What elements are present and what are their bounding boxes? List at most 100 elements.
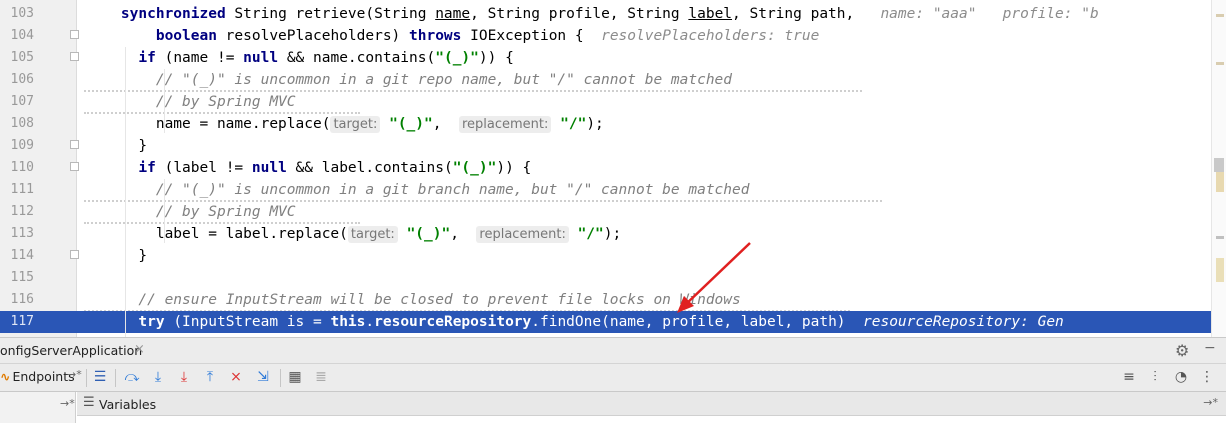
line-number[interactable]: 114 <box>0 248 34 264</box>
run-to-cursor-icon[interactable]: ⇲ <box>253 367 273 387</box>
code-line[interactable]: 104 boolean resolvePlaceholders) throws … <box>0 25 1226 47</box>
indent-guide <box>125 47 126 337</box>
line-number[interactable]: 104 <box>0 28 34 44</box>
line-number[interactable]: 113 <box>0 226 34 242</box>
variables-icon: ☰ <box>83 395 95 410</box>
force-step-into-icon[interactable]: ⤓ <box>174 367 194 387</box>
frames-menu-icon[interactable]: ☰ <box>90 367 110 387</box>
line-number[interactable]: 105 <box>0 50 34 66</box>
frames-pane[interactable]: →* <box>0 392 76 423</box>
minimize-icon[interactable]: − <box>1204 340 1216 356</box>
scroll-thumb[interactable] <box>1214 158 1224 172</box>
fold-marker-icon[interactable] <box>70 162 79 171</box>
code-text: // ensure InputStream will be closed to … <box>86 291 740 309</box>
code-comment: // by Spring MVC <box>155 204 296 220</box>
code-token: , String path, <box>732 6 881 22</box>
code-line[interactable]: 109 } <box>0 135 1226 157</box>
code-token: .findOne(name, profile, label, path) <box>531 314 863 330</box>
keyword: throws <box>409 28 462 44</box>
layout-settings-icon[interactable]: ⫶ <box>1145 367 1165 387</box>
editor-scrollbar[interactable] <box>1211 0 1226 337</box>
evaluate-expression-icon[interactable]: ▦ <box>285 367 305 387</box>
code-line[interactable]: 117 try (InputStream is = this.resourceR… <box>0 311 1226 333</box>
debug-tab-bar: onfigServerApplication × ⚙ − <box>0 337 1226 364</box>
line-number[interactable]: 115 <box>0 270 34 286</box>
scroll-marker <box>1216 258 1224 282</box>
line-number[interactable]: 107 <box>0 94 34 110</box>
code-text: // by Spring MVC <box>86 93 296 111</box>
code-token: . <box>365 314 375 330</box>
code-editor[interactable]: 103 synchronized String retrieve(String … <box>0 0 1226 337</box>
drop-frame-icon[interactable]: ⨯ <box>226 367 246 387</box>
step-out-icon[interactable]: ⤒ <box>200 367 220 387</box>
fold-marker-icon[interactable] <box>70 250 79 259</box>
string-literal: "(_)" <box>435 50 479 66</box>
line-number[interactable]: 111 <box>0 182 34 198</box>
code-line[interactable]: 103 synchronized String retrieve(String … <box>0 3 1226 25</box>
string-literal: "(_)" <box>452 160 497 176</box>
fold-marker-icon[interactable] <box>70 52 79 61</box>
code-comment: // "(_)" is uncommon in a git branch nam… <box>155 182 750 198</box>
fold-marker-icon[interactable] <box>70 140 79 149</box>
line-number[interactable]: 110 <box>0 160 34 176</box>
code-line[interactable]: 113 label = label.replace(target: "(_)",… <box>0 223 1226 245</box>
code-token: (InputStream is = <box>164 314 331 330</box>
code-text: } <box>86 137 147 155</box>
code-line[interactable]: 110 if (label != null && label.contains(… <box>0 157 1226 179</box>
variables-panel: →* ☰ Variables →* <box>0 392 1226 423</box>
line-number[interactable]: 108 <box>0 116 34 132</box>
indent-guide <box>164 179 165 243</box>
string-literal: "(_)" <box>389 116 433 132</box>
string-literal: "/" <box>577 226 604 242</box>
code-token: )) { <box>478 50 514 66</box>
line-number[interactable]: 116 <box>0 292 34 308</box>
line-number[interactable]: 106 <box>0 72 34 88</box>
code-token: (label != <box>155 160 252 176</box>
step-into-icon[interactable]: ⤓ <box>148 367 168 387</box>
close-icon[interactable]: × <box>134 342 145 357</box>
debug-session-tab[interactable]: onfigServerApplication <box>0 343 142 358</box>
code-token: ); <box>603 226 622 242</box>
more-icon[interactable]: ⋮ <box>1197 367 1217 387</box>
line-number[interactable]: 103 <box>0 6 34 22</box>
dashboard-icon[interactable]: ◔ <box>1171 367 1191 387</box>
code-line[interactable]: 115 <box>0 267 1226 289</box>
restore-layout-icon[interactable]: ≡ <box>1119 367 1139 387</box>
line-number[interactable]: 117 <box>0 314 34 330</box>
fold-marker-icon[interactable] <box>70 30 79 39</box>
gear-icon[interactable]: ⚙ <box>1175 341 1189 360</box>
pin-icon[interactable]: →* <box>60 397 75 410</box>
trace-icon[interactable]: ≣ <box>311 367 331 387</box>
endpoints-tab[interactable]: ∿ Endpoints <box>0 369 75 384</box>
endpoints-label: Endpoints <box>12 369 75 384</box>
pin-icon[interactable]: →* <box>67 368 82 381</box>
code-token: resolvePlaceholders) <box>216 28 410 44</box>
inline-hint: replacement: <box>458 116 552 133</box>
variables-title: Variables <box>99 397 157 412</box>
keyword: boolean <box>155 28 217 44</box>
code-token: (name != <box>155 50 244 66</box>
line-number[interactable]: 112 <box>0 204 34 220</box>
pin-icon[interactable]: →* <box>1203 396 1218 409</box>
code-line[interactable]: 105 if (name != null && name.contains("(… <box>0 47 1226 69</box>
code-token: label <box>688 6 733 22</box>
variables-header: ☰ Variables →* <box>77 392 1226 416</box>
keyword: if <box>138 160 156 176</box>
code-line[interactable]: 114 } <box>0 245 1226 267</box>
line-number[interactable]: 109 <box>0 138 34 154</box>
code-token: } <box>86 248 148 264</box>
step-over-icon[interactable]: ⤼ <box>122 367 142 387</box>
code-line[interactable]: 108 name = name.replace(target: "(_)", r… <box>0 113 1226 135</box>
keyword: if <box>138 50 156 66</box>
code-token: name <box>435 6 471 22</box>
scroll-marker <box>1216 62 1224 65</box>
toolbar-divider <box>86 369 87 387</box>
